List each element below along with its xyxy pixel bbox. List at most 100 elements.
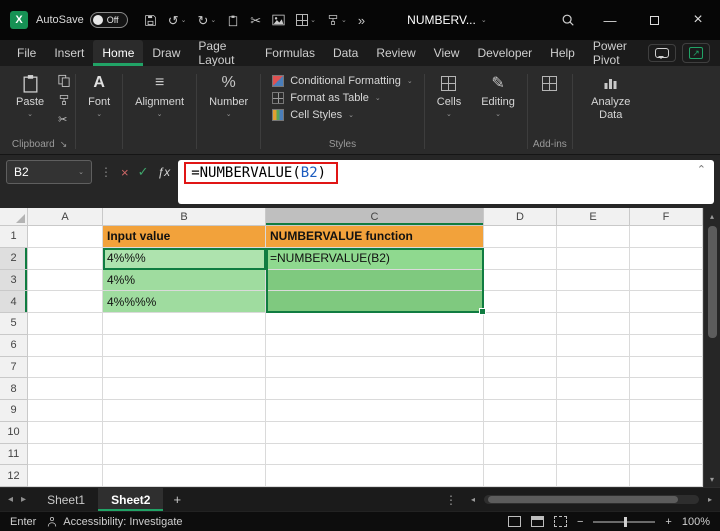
cell[interactable] xyxy=(630,334,703,357)
zoom-level[interactable]: 100% xyxy=(682,516,710,528)
select-all-corner[interactable] xyxy=(0,208,28,226)
cell[interactable] xyxy=(630,356,703,379)
cell[interactable] xyxy=(484,378,557,400)
cell[interactable] xyxy=(103,465,266,487)
editing-group-button[interactable]: ✎ Editing ⌄ xyxy=(474,70,522,121)
cell[interactable] xyxy=(630,443,703,466)
cell[interactable] xyxy=(103,356,266,379)
zoom-slider-knob[interactable] xyxy=(624,516,628,527)
cell[interactable] xyxy=(28,465,103,487)
cell-e3[interactable] xyxy=(557,269,630,292)
maximize-button[interactable] xyxy=(632,0,676,40)
autosave-toggle[interactable]: Off xyxy=(89,12,128,28)
col-header-e[interactable]: E xyxy=(557,208,630,226)
cell[interactable] xyxy=(630,378,703,400)
cell-b3[interactable]: 4%% xyxy=(103,269,266,292)
cell-f4[interactable] xyxy=(630,291,703,313)
cell-styles-button[interactable]: Cell Styles ⌄ xyxy=(272,109,354,121)
cell[interactable] xyxy=(28,443,103,466)
cell[interactable] xyxy=(103,400,266,422)
cell[interactable] xyxy=(484,465,557,487)
cell-c3[interactable] xyxy=(266,269,484,292)
tab-insert[interactable]: Insert xyxy=(45,40,93,66)
cell[interactable] xyxy=(484,443,557,466)
horizontal-scrollbar-track[interactable] xyxy=(484,495,699,504)
cell[interactable] xyxy=(630,421,703,444)
cell[interactable] xyxy=(266,334,484,357)
col-header-c[interactable]: C xyxy=(266,208,484,226)
redo-button[interactable]: ↻ ⌄ xyxy=(197,14,216,27)
cell[interactable] xyxy=(28,421,103,444)
number-group-button[interactable]: % Number ⌄ xyxy=(202,70,255,121)
cell[interactable] xyxy=(28,356,103,379)
vertical-scrollbar[interactable]: ▴ ▾ xyxy=(703,208,720,487)
more-commands-button[interactable]: » xyxy=(358,14,365,27)
tab-review[interactable]: Review xyxy=(367,40,424,66)
tab-view[interactable]: View xyxy=(425,40,469,66)
col-header-b[interactable]: B xyxy=(103,208,266,226)
cell[interactable] xyxy=(266,465,484,487)
cell-e2[interactable] xyxy=(557,247,630,270)
scroll-right-arrow-icon[interactable]: ▸ xyxy=(702,492,718,508)
cell-f1[interactable] xyxy=(630,226,703,248)
font-group-button[interactable]: A Font ⌄ xyxy=(81,70,117,121)
cell-d2[interactable] xyxy=(484,247,557,270)
cell[interactable] xyxy=(103,313,266,335)
cell[interactable] xyxy=(557,421,630,444)
analyze-data-button[interactable]: Analyze Data xyxy=(578,70,644,124)
cells-group-button[interactable]: Cells ⌄ xyxy=(430,70,468,121)
cell-c4[interactable] xyxy=(266,291,484,313)
cell[interactable] xyxy=(28,378,103,400)
cell-b1[interactable]: Input value xyxy=(103,226,266,248)
horizontal-scrollbar[interactable]: ◂ ▸ xyxy=(465,492,718,508)
cell[interactable] xyxy=(484,421,557,444)
tab-draw[interactable]: Draw xyxy=(143,40,189,66)
cell[interactable] xyxy=(103,378,266,400)
clipboard-icon[interactable] xyxy=(227,14,239,27)
cell[interactable] xyxy=(266,356,484,379)
cancel-button[interactable]: × xyxy=(121,165,129,180)
row-header-3[interactable]: 3 xyxy=(0,269,28,292)
row-header-4[interactable]: 4 xyxy=(0,291,28,313)
cell-f2[interactable] xyxy=(630,247,703,270)
table-icon[interactable]: ⌄ xyxy=(296,14,316,26)
page-break-view-button[interactable] xyxy=(553,516,567,527)
addins-button[interactable] xyxy=(535,70,564,96)
cell[interactable] xyxy=(103,334,266,357)
scroll-down-arrow-icon[interactable]: ▾ xyxy=(704,471,720,487)
sheet-options-icon[interactable]: ⋮ xyxy=(445,493,457,507)
cell-e1[interactable] xyxy=(557,226,630,248)
cell[interactable] xyxy=(28,334,103,357)
vertical-scrollbar-thumb[interactable] xyxy=(707,226,717,338)
cell[interactable] xyxy=(28,313,103,335)
format-painter-icon[interactable]: ⌄ xyxy=(327,14,347,26)
zoom-slider[interactable] xyxy=(593,516,656,527)
cell[interactable] xyxy=(557,356,630,379)
cell[interactable] xyxy=(484,356,557,379)
cell[interactable] xyxy=(557,313,630,335)
sheet-tab-sheet1[interactable]: Sheet1 xyxy=(34,488,98,511)
tab-power-pivot[interactable]: Power Pivot xyxy=(584,39,648,67)
col-header-a[interactable]: A xyxy=(28,208,103,226)
insert-function-button[interactable]: ƒx xyxy=(158,165,171,179)
drag-handle-icon[interactable]: ⋮ xyxy=(100,165,112,179)
tab-home[interactable]: Home xyxy=(93,40,144,66)
row-header-7[interactable]: 7 xyxy=(0,356,28,379)
row-header-2[interactable]: 2 xyxy=(0,247,28,270)
format-painter-icon[interactable] xyxy=(58,94,70,106)
cell-c2[interactable]: =NUMBERVALUE(B2) xyxy=(266,247,484,270)
row-header-10[interactable]: 10 xyxy=(0,421,28,444)
row-header-1[interactable]: 1 xyxy=(0,226,28,248)
tab-formulas[interactable]: Formulas xyxy=(256,40,324,66)
scroll-up-arrow-icon[interactable]: ▴ xyxy=(704,208,720,224)
dialog-launcher-icon[interactable]: ↘ xyxy=(60,139,68,150)
save-icon[interactable] xyxy=(144,14,157,27)
row-header-6[interactable]: 6 xyxy=(0,334,28,357)
tab-developer[interactable]: Developer xyxy=(468,40,541,66)
format-as-table-button[interactable]: Format as Table ⌄ xyxy=(272,92,381,104)
cell[interactable] xyxy=(630,465,703,487)
zoom-in-button[interactable]: + xyxy=(665,516,671,528)
conditional-formatting-button[interactable]: Conditional Formatting ⌄ xyxy=(272,75,413,87)
cell[interactable] xyxy=(557,443,630,466)
collapse-formula-bar-button[interactable]: ⌃ xyxy=(697,163,706,176)
